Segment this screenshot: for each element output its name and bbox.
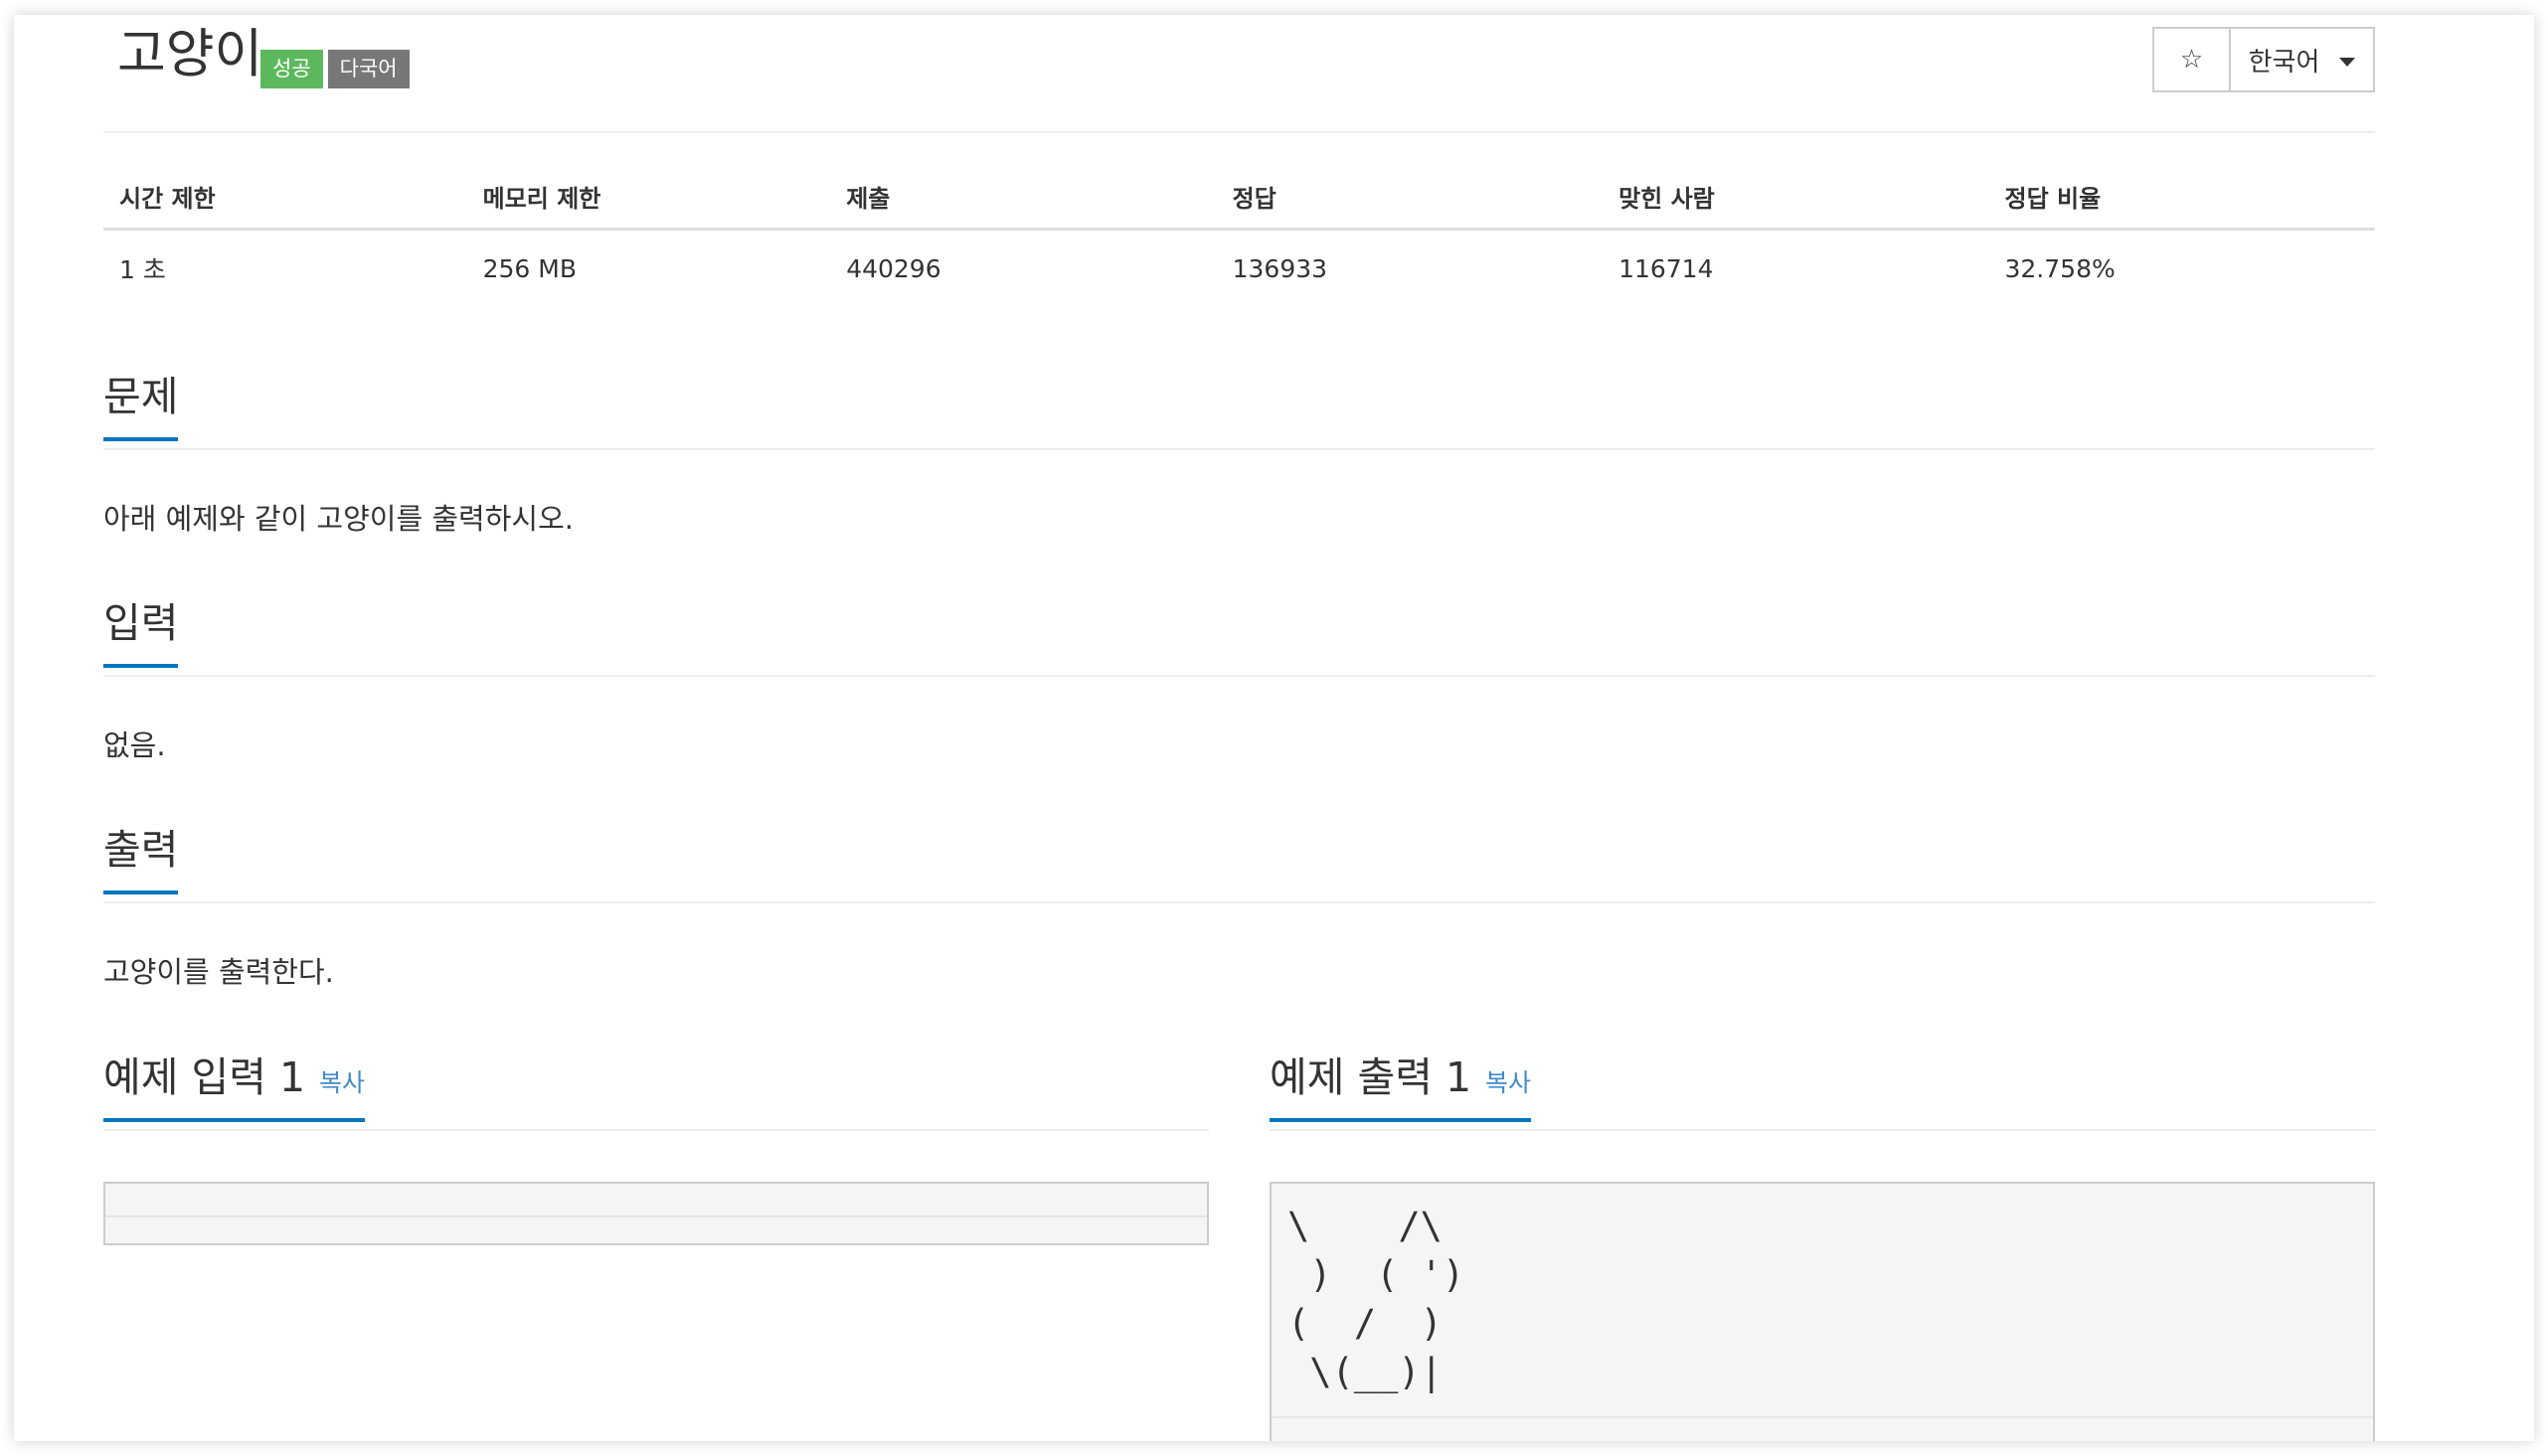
submissions-value: 440296 (846, 253, 941, 283)
success-badge: 성공 (260, 50, 323, 89)
output-headline: 출력 (103, 812, 2375, 903)
sample-output-column: 예제 출력 1 복사 \ /\ ) ( ') ( / ) \(__)| (1270, 1040, 2375, 1441)
input-section: 입력 없음. (103, 585, 2375, 762)
problem-headline: 문제 (103, 359, 2375, 450)
copy-sample-output-link[interactable]: 복사 (1485, 1068, 1531, 1098)
problem-container: 고양이 성공 다국어 ☆ 한국어 시간 제한 메모리 제한 제출 정답 맞힌 사… (103, 15, 2375, 1441)
problem-heading: 문제 (103, 373, 179, 442)
header-memory-limit: 메모리 제한 (466, 179, 831, 231)
star-icon: ☆ (2179, 45, 2204, 75)
input-description: 없음. (103, 728, 166, 762)
sample-output-divider (1272, 1416, 2373, 1418)
problem-info-table: 시간 제한 메모리 제한 제출 정답 맞힌 사람 정답 비율 1 초 256 M… (103, 179, 2375, 304)
table-header-row: 시간 제한 메모리 제한 제출 정답 맞힌 사람 정답 비율 (103, 179, 2375, 231)
table-row: 1 초 256 MB 440296 136933 116714 32.758% (103, 230, 2375, 305)
sample-output-headline: 예제 출력 1 복사 (1270, 1040, 2375, 1131)
output-description: 고양이를 출력한다. (103, 955, 334, 989)
toolbar-button-group: ☆ 한국어 (2152, 27, 2375, 92)
sample-output-title: 예제 출력 1 (1270, 1053, 1472, 1101)
title-row: 고양이 성공 다국어 ☆ 한국어 (103, 15, 2375, 133)
page-frame: 고양이 성공 다국어 ☆ 한국어 시간 제한 메모리 제한 제출 정답 맞힌 사… (14, 15, 2534, 1441)
header-submissions: 제출 (830, 179, 1217, 231)
time-limit-value: 1 초 (119, 255, 166, 284)
output-heading: 출력 (103, 826, 179, 895)
copy-sample-input-link[interactable]: 복사 (319, 1068, 365, 1098)
favorite-button[interactable]: ☆ (2152, 27, 2231, 92)
badge-group: 성공 다국어 (260, 50, 410, 89)
input-heading-text: 입력 (103, 599, 179, 647)
sample-input-title: 예제 입력 1 (103, 1053, 306, 1101)
language-dropdown[interactable]: 한국어 (2231, 27, 2375, 92)
memory-limit-value: 256 MB (482, 253, 577, 283)
sample-output-heading: 예제 출력 1 복사 (1270, 1053, 1532, 1123)
input-heading: 입력 (103, 599, 179, 669)
header-time-limit: 시간 제한 (103, 179, 467, 231)
header-solved-users: 맞힌 사람 (1603, 179, 1989, 231)
output-section: 출력 고양이를 출력한다. (103, 812, 2375, 989)
input-headline: 입력 (103, 585, 2375, 677)
sample-input-divider (105, 1215, 1207, 1217)
language-label: 한국어 (2248, 47, 2320, 78)
sample-input-heading: 예제 입력 1 복사 (103, 1053, 366, 1123)
sample-input-column: 예제 입력 1 복사 (103, 1040, 1209, 1245)
output-heading-text: 출력 (103, 826, 179, 874)
sample-output-box[interactable]: \ /\ ) ( ') ( / ) \(__)| (1270, 1182, 2375, 1441)
sample-output-content: \ /\ ) ( ') ( / ) \(__)| (1287, 1205, 1465, 1393)
accepted-value: 136933 (1232, 253, 1328, 283)
problem-section: 문제 아래 예제와 같이 고양이를 출력하시오. (103, 359, 2375, 536)
multilingual-badge: 다국어 (327, 50, 410, 89)
caret-down-icon (2339, 57, 2356, 67)
sample-input-content (105, 1184, 1207, 1202)
sample-input-headline: 예제 입력 1 복사 (103, 1040, 1209, 1131)
page-title: 고양이 (117, 24, 263, 84)
problem-description: 아래 예제와 같이 고양이를 출력하시오. (103, 502, 574, 536)
header-accept-rate: 정답 비율 (1988, 179, 2375, 231)
sample-input-box[interactable] (103, 1182, 1209, 1245)
header-accepted: 정답 (1216, 179, 1604, 231)
problem-heading-text: 문제 (103, 373, 179, 420)
accept-rate-value: 32.758% (2004, 253, 2116, 283)
solved-users-value: 116714 (1618, 253, 1714, 283)
